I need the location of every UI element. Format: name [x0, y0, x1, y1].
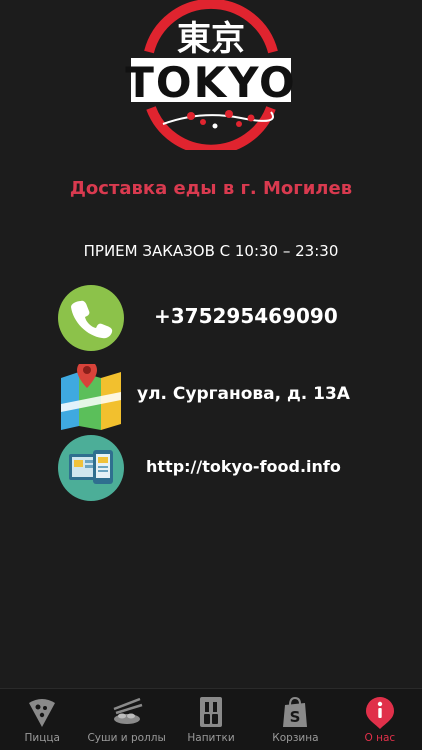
address-text[interactable]: ул. Сурганова, д. 13А — [137, 384, 350, 404]
sushi-icon — [113, 697, 142, 724]
phone-contact[interactable]: +375295469090 — [0, 284, 422, 356]
tokyo-logo: 東京 TOKYO — [125, 0, 297, 150]
tab-about[interactable]: О нас — [338, 689, 422, 750]
tab-label: Пицца — [24, 732, 60, 744]
website-icon — [58, 435, 124, 501]
pizza-icon — [29, 699, 56, 727]
logo: 東京 TOKYO — [0, 0, 422, 150]
tab-sushi[interactable]: Суши и роллы — [84, 689, 168, 750]
tab-label: О нас — [364, 732, 396, 744]
info-icon — [365, 697, 394, 729]
bottom-tab-bar: Пицца Суши и роллы Напитки S Корзина О н… — [0, 688, 422, 750]
website-link[interactable]: http://tokyo-food.info — [146, 457, 341, 476]
tab-label: Корзина — [272, 732, 319, 744]
website-contact[interactable]: http://tokyo-food.info — [0, 434, 422, 506]
tab-label: Напитки — [187, 732, 235, 744]
order-hours: ПРИЕМ ЗАКАЗОВ С 10:30 – 23:30 — [83, 242, 339, 260]
svg-text:S: S — [290, 708, 301, 726]
bottles-icon — [200, 697, 223, 727]
logo-wordmark: TOKYO — [125, 58, 297, 107]
tab-pizza[interactable]: Пицца — [0, 689, 84, 750]
tab-cart[interactable]: S Корзина — [253, 689, 337, 750]
logo-kanji: 東京 — [177, 19, 245, 59]
address-contact[interactable]: ул. Сурганова, д. 13А — [0, 364, 422, 436]
tab-drinks[interactable]: Напитки — [169, 689, 253, 750]
shopping-bag-icon: S — [283, 696, 308, 727]
phone-icon — [58, 285, 124, 351]
tab-label: Суши и роллы — [87, 732, 166, 744]
delivery-tagline: Доставка еды в г. Могилев — [69, 178, 353, 199]
map-icon — [61, 364, 121, 430]
phone-number[interactable]: +375295469090 — [154, 304, 338, 328]
